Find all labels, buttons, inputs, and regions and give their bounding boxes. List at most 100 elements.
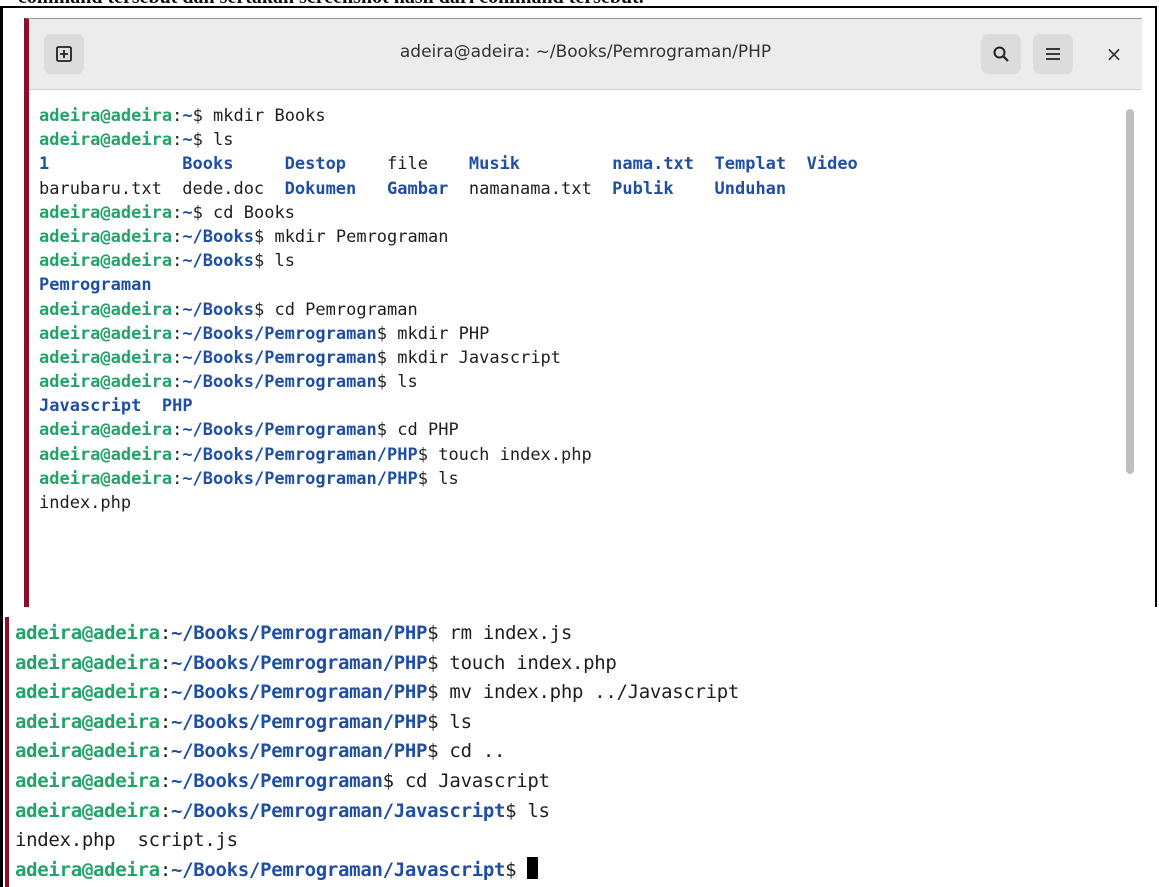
terminal-line: adeira@adeira:~/Books/Pemrograman$ ls	[39, 372, 418, 393]
prompt-path: ~/Books	[182, 226, 254, 247]
file-entry: barubaru.txt	[39, 178, 162, 199]
command-text: cd Pemrograman	[264, 299, 418, 320]
prompt-path: ~/Books/Pemrograman/PHP	[170, 622, 428, 644]
prompt-user-host: adeira@adeira	[39, 202, 173, 223]
prompt-path: ~/Books/Pemrograman/PHP	[182, 444, 418, 465]
prompt-path: ~/Books/Pemrograman/PHP	[170, 651, 428, 674]
terminal-window-bottom: adeira@adeira:~/Books/Pemrograman/PHP$ r…	[5, 607, 1157, 887]
scrollbar-thumb[interactable]	[1126, 109, 1134, 474]
terminal-line: adeira@adeira:~$ cd Books	[39, 202, 295, 223]
prompt-user-host: adeira@adeira	[15, 651, 160, 674]
terminal-line: adeira@adeira:~/Books/Pemrograman$ cd PH…	[39, 420, 459, 441]
close-icon: ×	[1105, 42, 1123, 66]
command-text: ls	[264, 251, 295, 272]
command-text: mkdir Books	[202, 106, 326, 126]
prompt-user-host: adeira@adeira	[15, 769, 160, 792]
directory-entry: Books	[182, 154, 234, 175]
ls-output-line: Pemrograman	[39, 273, 1112, 297]
file-entry: dede.doc	[182, 178, 265, 199]
prompt-user-host: adeira@adeira	[15, 858, 160, 881]
terminal-line: adeira@adeira:~/Books/Pemrograman/PHP$ c…	[15, 740, 506, 763]
directory-entry: Musik	[468, 154, 521, 175]
window-title: adeira@adeira: ~/Books/Pemrograman/PHP	[399, 42, 772, 62]
window-border-accent	[5, 617, 9, 887]
prompt-path: ~/Books/Pemrograman	[182, 347, 377, 368]
prompt-path: ~/Books/Pemrograman/Javascript	[170, 858, 506, 881]
terminal-line: adeira@adeira:~/Books/Pemrograman/PHP$ t…	[15, 651, 617, 674]
command-text: mkdir Pemrograman	[264, 226, 449, 247]
prompt-path: ~/Books/Pemrograman	[182, 323, 377, 344]
prompt-path: ~	[182, 130, 193, 151]
directory-entry: nama.txt	[612, 154, 695, 175]
prompt-path: ~/Books	[182, 299, 254, 320]
prompt-user-host: adeira@adeira	[15, 622, 160, 644]
directory-entry: Video	[806, 154, 858, 175]
prompt-path: ~	[182, 106, 193, 126]
file-entry: namanama.txt	[468, 178, 592, 199]
command-text: mkdir PHP	[387, 323, 490, 344]
prompt-path: ~/Books/Pemrograman/Javascript	[170, 799, 506, 822]
directory-entry: Templat	[714, 154, 787, 175]
terminal-output-top[interactable]: adeira@adeira:~$ mkdir Books adeira@adeir…	[39, 104, 1112, 515]
prompt-path: ~/Books	[182, 251, 254, 272]
terminal-line: adeira@adeira:~/Books/Pemrograman/PHP$ l…	[39, 468, 459, 489]
directory-entry: Gambar	[386, 178, 449, 199]
menu-icon	[1046, 48, 1060, 60]
directory-entry: Unduhan	[714, 178, 787, 199]
ls-output-line: barubaru.txt dede.doc Dokumen Gambar namanam…	[39, 177, 1112, 201]
prompt-path: ~	[182, 202, 193, 223]
prompt-user-host: adeira@adeira	[39, 347, 173, 368]
output-text-line: index.php script.js	[15, 826, 739, 856]
close-button[interactable]: ×	[1099, 34, 1129, 74]
directory-entry: Publik	[612, 178, 674, 199]
prompt-user-host: adeira@adeira	[15, 681, 160, 704]
prompt-user-host: adeira@adeira	[15, 710, 160, 733]
ls-output-line: Javascript PHP	[39, 394, 1112, 418]
terminal-line: adeira@adeira:~/Books/Pemrograman/PHP$ l…	[15, 710, 472, 733]
directory-entry: 1	[39, 154, 50, 175]
terminal-line: adeira@adeira:~/Books/Pemrograman$ mkdir…	[39, 347, 562, 368]
prompt-user-host: adeira@adeira	[39, 323, 173, 344]
prompt-user-host: adeira@adeira	[39, 420, 173, 441]
search-icon	[993, 46, 1009, 62]
terminal-line: adeira@adeira:~/Books/Pemrograman/PHP$ m…	[15, 681, 740, 704]
terminal-titlebar: adeira@adeira: ~/Books/Pemrograman/PHP ×	[29, 19, 1142, 90]
directory-entry: Pemrograman	[39, 275, 152, 296]
directory-entry: Dokumen	[284, 178, 357, 199]
terminal-line: adeira@adeira:~/Books/Pemrograman/PHP$ t…	[39, 444, 592, 465]
output-text-line: index.php	[39, 491, 1112, 515]
command-text: mkdir Javascript	[387, 347, 562, 368]
prompt-path: ~/Books/Pemrograman	[170, 769, 383, 792]
terminal-line: adeira@adeira:~/Books$ mkdir Pemrograman	[39, 226, 449, 247]
prompt-path: ~/Books/Pemrograman	[182, 372, 377, 393]
command-text: cd PHP	[387, 420, 459, 441]
prompt-user-host: adeira@adeira	[39, 372, 173, 393]
command-text: cd Books	[202, 202, 295, 223]
menu-button[interactable]	[1033, 34, 1073, 74]
prompt-user-host: adeira@adeira	[39, 106, 173, 126]
terminal-line: adeira@adeira:~/Books/Pemrograman/Javasc…	[15, 799, 550, 822]
output-text: index.php script.js	[15, 829, 238, 852]
prompt-user-host: adeira@adeira	[39, 130, 173, 151]
directory-entry: Javascript	[39, 396, 142, 417]
prompt-path: ~/Books/Pemrograman/PHP	[170, 740, 428, 763]
prompt-user-host: adeira@adeira	[15, 740, 160, 763]
command-text: ls	[202, 130, 234, 151]
file-entry: file	[386, 154, 428, 175]
search-button[interactable]	[981, 34, 1021, 74]
directory-entry: PHP	[161, 396, 193, 417]
terminal-line: adeira@adeira:~/Books/Pemrograman$ cd Ja…	[15, 769, 550, 792]
output-text: index.php	[39, 493, 132, 513]
prompt-user-host: adeira@adeira	[15, 799, 160, 822]
prompt-path: ~/Books/Pemrograman/PHP	[170, 681, 428, 704]
terminal-line: adeira@adeira:~/Books/Pemrograman/Javasc…	[15, 856, 739, 886]
command-text: cd ..	[438, 740, 506, 763]
command-text: ls	[387, 372, 418, 393]
directory-entry: Destop	[284, 154, 347, 175]
text-cursor	[527, 856, 539, 879]
terminal-output-bottom[interactable]: adeira@adeira:~/Books/Pemrograman/PHP$ r…	[15, 619, 739, 885]
terminal-line: adeira@adeira:~/Books/Pemrograman/PHP$ r…	[15, 622, 572, 644]
terminal-line: adeira@adeira:~$ mkdir Books	[39, 106, 326, 126]
command-text: ls	[516, 799, 550, 822]
terminal-line: adeira@adeira:~/Books$ cd Pemrograman	[39, 299, 418, 320]
